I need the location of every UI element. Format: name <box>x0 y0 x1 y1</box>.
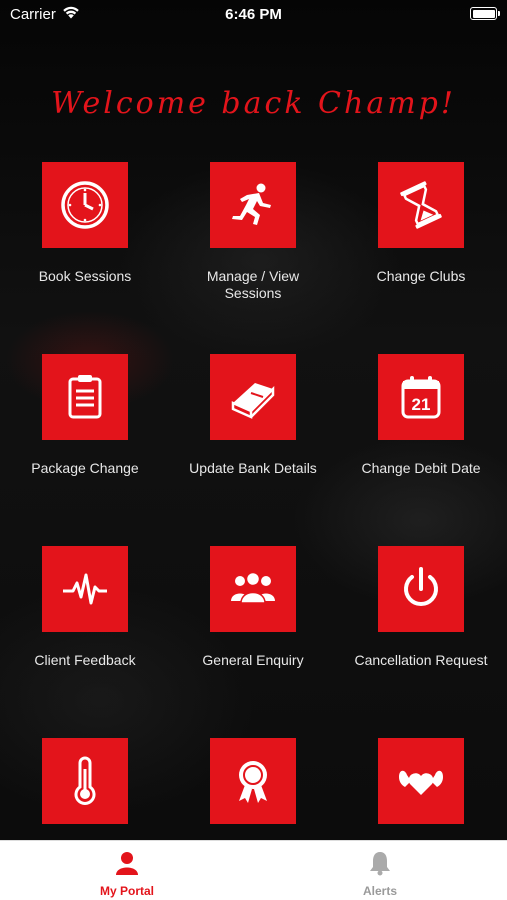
tile-award[interactable] <box>178 738 328 844</box>
calendar-icon: 21 <box>401 376 441 419</box>
power-icon <box>404 567 438 606</box>
tile-heart-muscle[interactable] <box>346 738 496 844</box>
package-change-button[interactable] <box>42 354 128 440</box>
change-clubs-button[interactable] <box>378 162 464 248</box>
tile-label: Change Debit Date <box>361 460 481 476</box>
tile-client-feedback[interactable]: Client Feedback <box>10 546 160 669</box>
tab-bar: My Portal Alerts <box>0 840 507 900</box>
tile-thermometer[interactable] <box>10 738 160 844</box>
thermometer-button[interactable] <box>42 738 128 824</box>
tile-label: Book Sessions <box>38 268 132 284</box>
client-feedback-button[interactable] <box>42 546 128 632</box>
award-button[interactable] <box>210 738 296 824</box>
runner-icon <box>232 183 271 225</box>
tile-label: Package Change <box>31 460 139 476</box>
tab-my-portal[interactable]: My Portal <box>0 841 254 900</box>
book-sessions-button[interactable] <box>42 162 128 248</box>
tab-label: My Portal <box>99 884 154 898</box>
heart-muscle-icon <box>399 770 443 795</box>
tile-change-debit-date[interactable]: 21 Change Debit Date <box>346 354 496 477</box>
group-icon <box>231 571 275 604</box>
tile-label: Change Clubs <box>376 268 466 284</box>
tile-label: General Enquiry <box>202 652 304 668</box>
user-icon <box>116 852 138 875</box>
clock-icon <box>61 181 109 229</box>
menu-grid: Book Sessions Manage / View Sessions Cha… <box>0 0 507 840</box>
tile-manage-sessions[interactable]: Manage / View Sessions <box>178 162 328 302</box>
tile-label: Cancellation Request <box>354 652 488 668</box>
tile-update-bank-details[interactable]: Update Bank Details <box>178 354 328 477</box>
tile-change-clubs[interactable]: Change Clubs <box>346 162 496 285</box>
tile-label: Client Feedback <box>34 652 136 668</box>
bell-icon <box>370 852 390 876</box>
change-debit-date-button[interactable]: 21 <box>378 354 464 440</box>
tab-label: Alerts <box>362 884 397 898</box>
tile-cancellation-request[interactable]: Cancellation Request <box>346 546 496 669</box>
tile-package-change[interactable]: Package Change <box>10 354 160 477</box>
tab-alerts[interactable]: Alerts <box>253 841 507 900</box>
award-ribbon-icon <box>239 761 267 803</box>
hourglass-icon <box>400 181 442 229</box>
general-enquiry-button[interactable] <box>210 546 296 632</box>
cancellation-request-button[interactable] <box>378 546 464 632</box>
manage-sessions-button[interactable] <box>210 162 296 248</box>
calendar-day: 21 <box>412 395 431 414</box>
tile-book-sessions[interactable]: Book Sessions <box>10 162 160 285</box>
clipboard-icon <box>68 375 102 419</box>
heart-muscle-button[interactable] <box>378 738 464 824</box>
thermometer-icon <box>74 756 96 805</box>
tile-general-enquiry[interactable]: General Enquiry <box>178 546 328 669</box>
book-icon <box>231 383 275 419</box>
tile-label: Update Bank Details <box>189 460 317 476</box>
heartbeat-icon <box>63 573 107 605</box>
update-bank-details-button[interactable] <box>210 354 296 440</box>
tile-label: Manage / View Sessions <box>206 268 300 301</box>
